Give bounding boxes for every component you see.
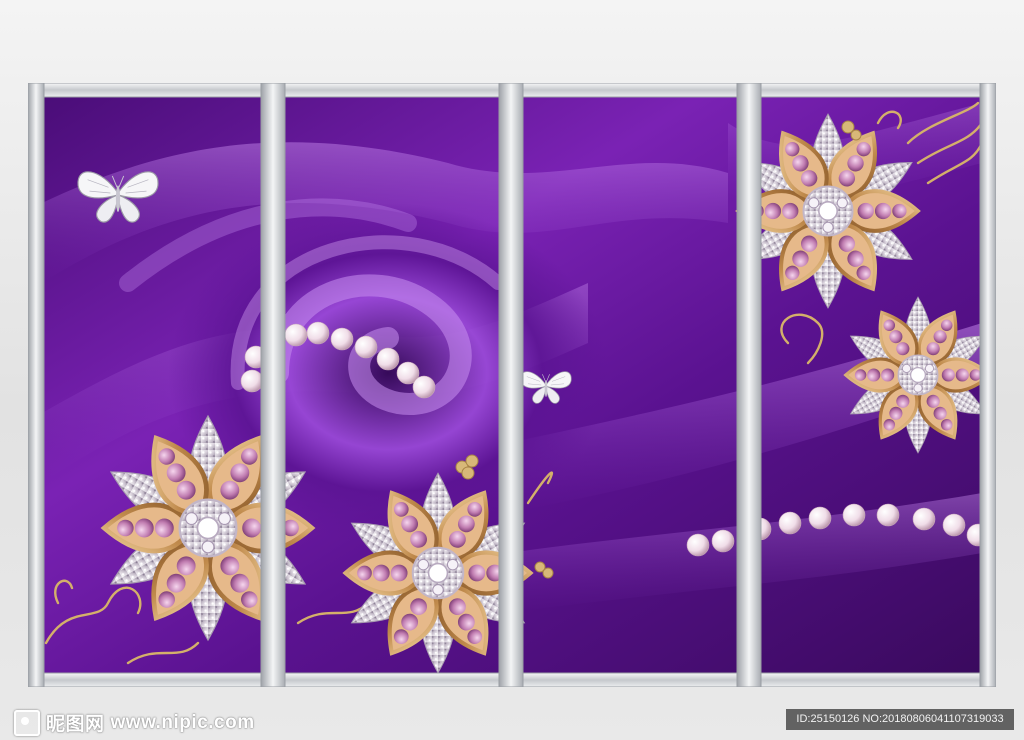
artwork-svg <box>28 83 996 687</box>
image-id-bar: ID:25150126 NO:20180806041107319033 <box>786 709 1014 730</box>
nipic-logo-icon <box>14 709 40 736</box>
framed-artwork <box>28 83 996 687</box>
nipic-watermark: 昵图网 www.nipic.com <box>14 709 255 736</box>
watermark-url: www.nipic.com <box>110 711 255 733</box>
watermark-site-name: 昵图网 <box>46 714 105 735</box>
